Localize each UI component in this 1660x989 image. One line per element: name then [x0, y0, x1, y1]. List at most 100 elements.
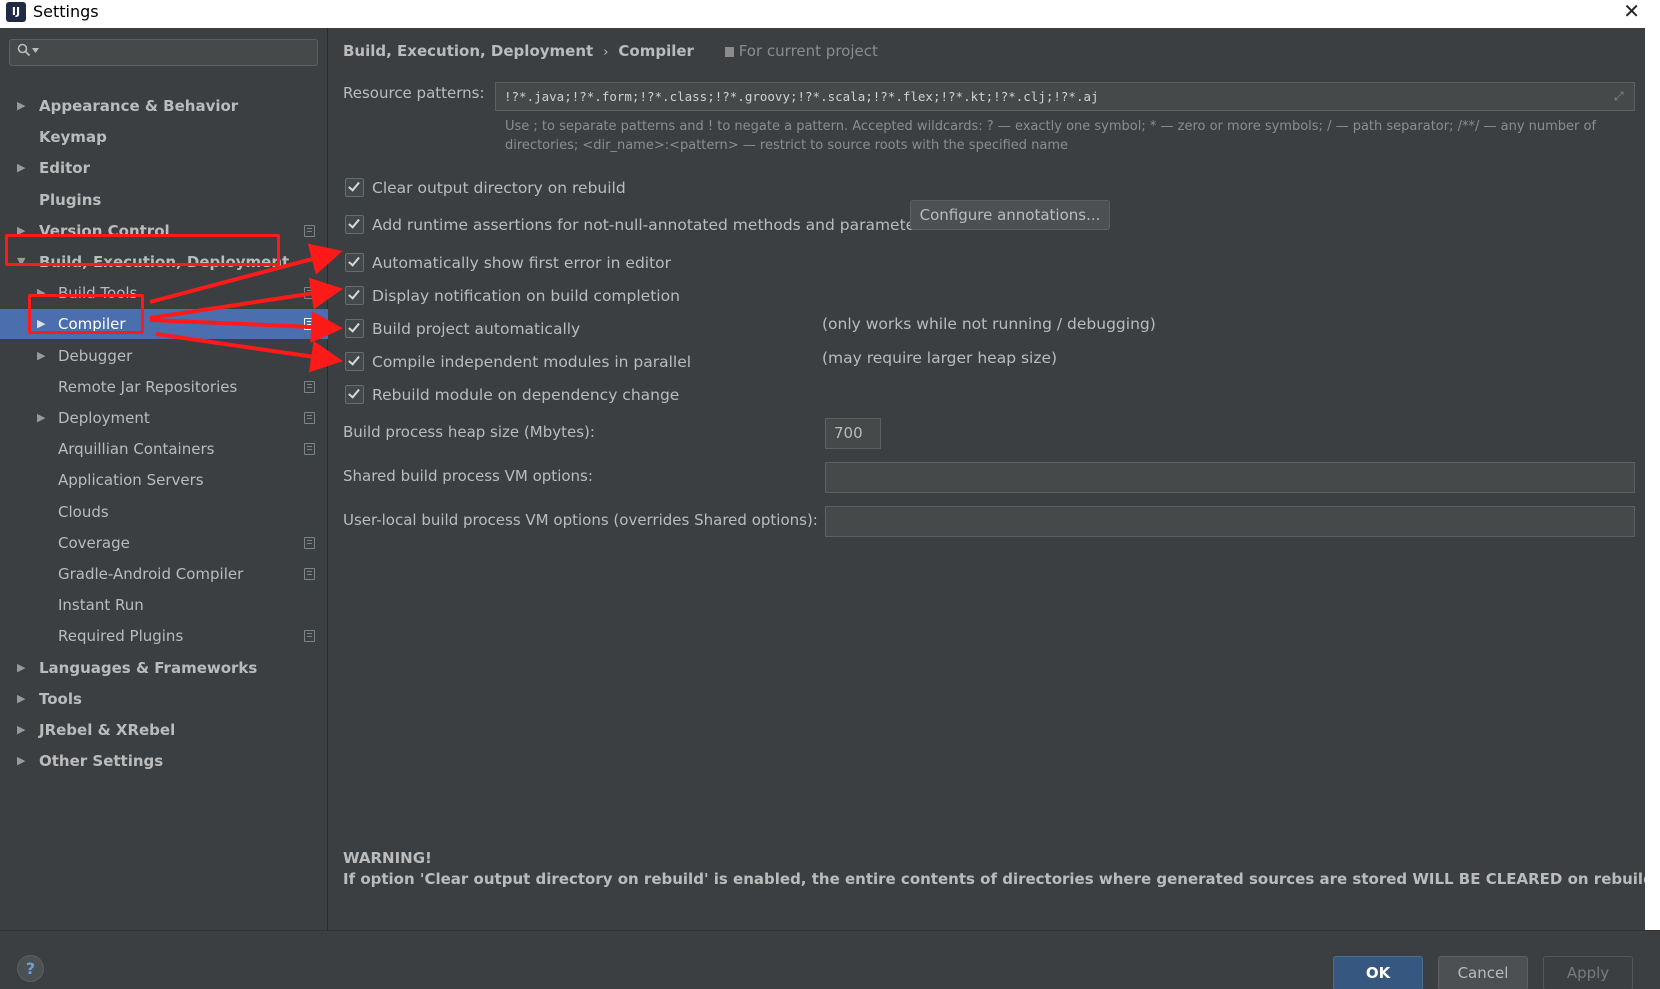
project-level-icon — [304, 443, 315, 456]
project-icon — [724, 47, 734, 57]
checkbox[interactable] — [345, 178, 364, 197]
help-icon[interactable]: ? — [17, 955, 44, 982]
sidebar-item-label: Plugins — [39, 190, 102, 209]
sidebar-item-label: Debugger — [58, 346, 133, 365]
search-input[interactable] — [9, 39, 318, 66]
project-level-icon — [304, 412, 315, 424]
checkbox[interactable] — [345, 215, 364, 234]
window-title: Settings — [33, 2, 99, 21]
close-icon[interactable]: ✕ — [1623, 0, 1640, 22]
cancel-button[interactable]: Cancel — [1438, 956, 1528, 989]
breadcrumb-separator: › — [603, 45, 609, 60]
resource-patterns-label: Resource patterns: — [343, 84, 485, 102]
sidebar-item-appearance-behavior[interactable]: ▶ Appearance & Behavior — [0, 91, 328, 121]
apply-button[interactable]: Apply — [1543, 956, 1633, 989]
sidebar-item-label: Deployment — [58, 409, 150, 427]
highlight-box-build-execution — [5, 234, 280, 266]
sidebar-item-label: Coverage — [58, 533, 130, 552]
checkmark-icon — [348, 179, 360, 192]
checkbox[interactable] — [345, 319, 364, 338]
checkmark-icon — [348, 287, 360, 300]
checkbox[interactable] — [345, 385, 364, 404]
heap-size-input[interactable]: 700 — [825, 418, 881, 449]
sidebar-item-other-settings[interactable]: ▶ Other Settings — [0, 746, 328, 776]
sidebar-item-label: Languages & Frameworks — [39, 658, 258, 677]
intellij-logo-icon: IJ — [6, 2, 26, 22]
option-label: Add runtime assertions for not-null-anno… — [372, 216, 930, 234]
sidebar-item-debugger[interactable]: ▶ Debugger — [0, 341, 328, 371]
collapsed-arrow-icon[interactable]: ▶ — [17, 91, 25, 121]
project-level-icon — [304, 568, 315, 580]
checkmark-icon — [348, 216, 360, 229]
sidebar-item-languages-frameworks[interactable]: ▶ Languages & Frameworks — [0, 653, 328, 683]
expand-icon[interactable]: ⤢ — [1614, 89, 1628, 103]
project-level-icon — [304, 536, 315, 549]
resource-patterns-input[interactable]: !?*.java;!?*.form;!?*.class;!?*.groovy;!… — [495, 82, 1635, 111]
sidebar-item-clouds[interactable]: Clouds — [0, 497, 328, 527]
sidebar-item-coverage[interactable]: Coverage — [0, 528, 328, 558]
sidebar-item-jrebel-xrebel[interactable]: ▶ JRebel & XRebel — [0, 715, 328, 745]
user-vm-options-input[interactable] — [825, 506, 1635, 537]
parallel-note: (may require larger heap size) — [822, 349, 1058, 367]
sidebar-item-arquillian-containers[interactable]: Arquillian Containers — [0, 434, 328, 464]
sidebar-item-label: Arquillian Containers — [58, 440, 215, 459]
sidebar-item-label: Application Servers — [58, 471, 204, 490]
sidebar-item-label: Other Settings — [39, 752, 164, 771]
breadcrumb-current: Compiler — [618, 42, 694, 60]
project-level-icon — [304, 630, 315, 643]
sidebar-item-remote-jar-repositories[interactable]: Remote Jar Repositories — [0, 372, 328, 402]
ok-button[interactable]: OK — [1333, 956, 1423, 989]
warning-text: If option 'Clear output directory on reb… — [343, 870, 1660, 888]
checkbox[interactable] — [345, 286, 364, 305]
sidebar-item-label: JRebel & XRebel — [39, 721, 176, 739]
sidebar-item-label: Editor — [39, 159, 90, 178]
collapsed-arrow-icon[interactable]: ▶ — [17, 746, 25, 776]
project-level-icon — [304, 318, 315, 331]
sidebar-item-application-servers[interactable]: Application Servers — [0, 465, 328, 495]
checkmark-icon — [348, 386, 360, 399]
collapsed-arrow-icon[interactable]: ▶ — [17, 653, 25, 683]
option-label: Clear output directory on rebuild — [372, 179, 626, 197]
sidebar-item-required-plugins[interactable]: Required Plugins — [0, 621, 328, 651]
shared-vm-options-label: Shared build process VM options: — [343, 467, 593, 485]
warning-title: WARNING! — [343, 849, 432, 867]
collapsed-arrow-icon[interactable]: ▶ — [37, 403, 45, 433]
heap-size-label: Build process heap size (Mbytes): — [343, 423, 595, 441]
sidebar-item-label: Tools — [39, 689, 82, 708]
collapsed-arrow-icon[interactable]: ▶ — [17, 715, 25, 745]
sidebar-item-instant-run[interactable]: Instant Run — [0, 590, 328, 620]
project-level-icon — [304, 380, 315, 393]
configure-annotations-button[interactable]: Configure annotations... — [910, 200, 1110, 230]
sidebar-item-plugins[interactable]: Plugins — [0, 185, 328, 215]
settings-sidebar: ▶ Appearance & Behavior Keymap ▶ Editor Plugi… — [0, 28, 328, 930]
sidebar-item-gradle-android-compiler[interactable]: Gradle-Android Compiler — [0, 559, 328, 589]
sidebar-item-label: Clouds — [58, 502, 109, 521]
checkmark-icon — [348, 353, 360, 366]
sidebar-item-label: Keymap — [39, 128, 107, 147]
breadcrumb-parent[interactable]: Build, Execution, Deployment — [343, 42, 593, 60]
highlight-box-compiler — [28, 294, 144, 334]
checkbox[interactable] — [345, 352, 364, 371]
compiler-settings-panel: Build, Execution, Deployment › Compiler Fo… — [329, 28, 1660, 930]
sidebar-item-editor[interactable]: ▶ Editor — [0, 153, 328, 183]
sidebar-item-label: Gradle-Android Compiler — [58, 565, 244, 583]
collapsed-arrow-icon[interactable]: ▶ — [37, 341, 45, 371]
option-label: Display notification on build completion — [372, 287, 680, 305]
collapsed-arrow-icon[interactable]: ▶ — [17, 684, 25, 714]
sidebar-item-label: Required Plugins — [58, 627, 184, 646]
sidebar-item-tools[interactable]: ▶ Tools — [0, 684, 328, 714]
search-dropdown-icon — [32, 48, 39, 53]
sidebar-item-label: Appearance & Behavior — [39, 97, 239, 115]
project-level-icon — [304, 287, 315, 300]
project-level-icon — [304, 224, 315, 237]
sidebar-item-label: Instant Run — [58, 596, 144, 615]
window-edge — [1645, 28, 1660, 989]
shared-vm-options-input[interactable] — [825, 462, 1635, 493]
sidebar-item-deployment[interactable]: ▶ Deployment — [0, 403, 328, 433]
checkbox[interactable] — [345, 253, 364, 272]
sidebar-item-label: Remote Jar Repositories — [58, 377, 238, 396]
dialog-footer: ? OK Cancel Apply — [0, 930, 1660, 989]
option-label: Rebuild module on dependency change — [372, 386, 680, 404]
collapsed-arrow-icon[interactable]: ▶ — [17, 153, 25, 183]
sidebar-item-keymap[interactable]: Keymap — [0, 122, 328, 152]
